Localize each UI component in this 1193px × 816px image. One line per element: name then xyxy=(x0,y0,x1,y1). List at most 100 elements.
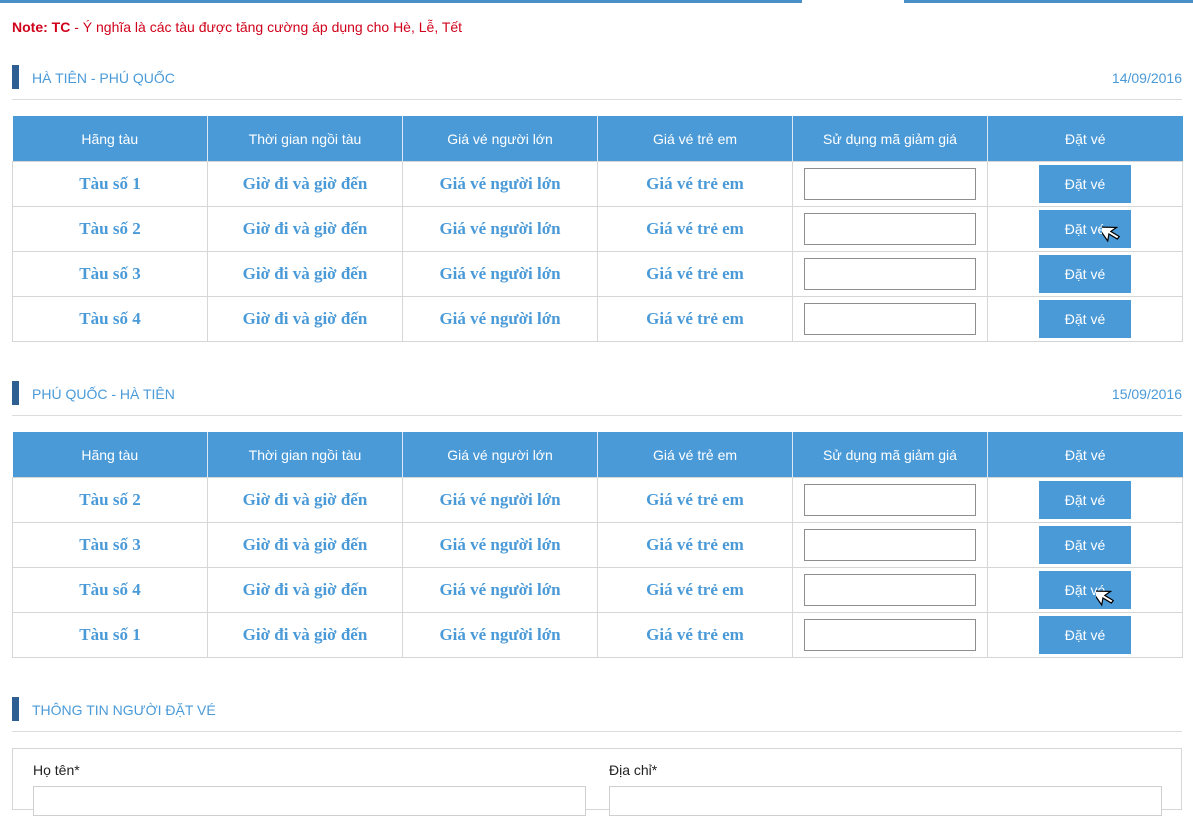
child-price-cell: Giá vé trẻ em xyxy=(597,161,793,207)
book-cell: Đặt vé xyxy=(987,161,1183,207)
discount-code-input[interactable] xyxy=(804,213,976,245)
adult-price-cell: Giá vé người lớn xyxy=(402,296,598,342)
book-cell: Đặt vé xyxy=(987,251,1183,297)
book-button[interactable]: Đặt vé xyxy=(1039,255,1131,293)
ship-cell: Tàu số 4 xyxy=(12,296,208,342)
time-cell: Giờ đi và giờ đến xyxy=(207,296,403,342)
adult-price-cell: Giá vé người lớn xyxy=(402,161,598,207)
section-marker xyxy=(12,381,19,405)
discount-cell xyxy=(792,161,988,207)
col-header-ship: Hãng tàu xyxy=(12,432,208,478)
col-header-adult: Giá vé người lớn xyxy=(402,432,598,478)
route-title: HÀ TIÊN - PHÚ QUỐC xyxy=(32,70,175,86)
route-header-2: PHÚ QUỐC - HÀ TIÊN 15/09/2016 xyxy=(12,381,1182,416)
time-cell: Giờ đi và giờ đến xyxy=(207,206,403,252)
col-header-discount: Sử dụng mã giảm giá xyxy=(792,116,988,162)
child-price-cell: Giá vé trẻ em xyxy=(597,522,793,568)
trips-table-2: Hãng tàu Thời gian ngồi tàu Giá vé người… xyxy=(12,432,1183,658)
adult-price-cell: Giá vé người lớn xyxy=(402,477,598,523)
book-cell: Đặt vé xyxy=(987,522,1183,568)
route-date: 15/09/2016 xyxy=(1111,386,1182,402)
table-row: Tàu số 2 Giờ đi và giờ đến Giá vé người … xyxy=(12,477,1183,523)
child-price-cell: Giá vé trẻ em xyxy=(597,296,793,342)
table-row: Tàu số 1 Giờ đi và giờ đến Giá vé người … xyxy=(12,612,1183,658)
note-body: - Ý nghĩa là các tàu được tăng cường áp … xyxy=(70,19,463,35)
table-row: Tàu số 4 Giờ đi và giờ đến Giá vé người … xyxy=(12,296,1183,342)
col-header-child: Giá vé trẻ em xyxy=(597,432,793,478)
trips-table-1: Hãng tàu Thời gian ngồi tàu Giá vé người… xyxy=(12,116,1183,342)
discount-code-input[interactable] xyxy=(804,574,976,606)
booker-form: Họ tên* Địa chỉ* xyxy=(12,748,1182,816)
time-cell: Giờ đi và giờ đến xyxy=(207,612,403,658)
book-button[interactable]: Đặt vé xyxy=(1039,526,1131,564)
discount-code-input[interactable] xyxy=(804,303,976,335)
ship-cell: Tàu số 1 xyxy=(12,612,208,658)
adult-price-cell: Giá vé người lớn xyxy=(402,206,598,252)
adult-price-cell: Giá vé người lớn xyxy=(402,251,598,297)
table-header: Hãng tàu Thời gian ngồi tàu Giá vé người… xyxy=(12,432,1183,478)
book-cell: Đặt vé xyxy=(987,477,1183,523)
table-header: Hãng tàu Thời gian ngồi tàu Giá vé người… xyxy=(12,116,1183,162)
route-date: 14/09/2016 xyxy=(1111,70,1182,86)
adult-price-cell: Giá vé người lớn xyxy=(402,567,598,613)
col-header-book: Đặt vé xyxy=(987,432,1183,478)
section-marker xyxy=(12,65,19,89)
time-cell: Giờ đi và giờ đến xyxy=(207,477,403,523)
time-cell: Giờ đi và giờ đến xyxy=(207,161,403,207)
adult-price-cell: Giá vé người lớn xyxy=(402,612,598,658)
booker-header: THÔNG TIN NGƯỜI ĐẶT VÉ xyxy=(12,697,1182,732)
time-cell: Giờ đi và giờ đến xyxy=(207,522,403,568)
book-cell: Đặt vé xyxy=(987,567,1183,613)
mouse-cursor-icon xyxy=(1096,590,1115,607)
name-label: Họ tên* xyxy=(33,762,80,778)
book-button[interactable]: Đặt vé xyxy=(1039,481,1131,519)
child-price-cell: Giá vé trẻ em xyxy=(597,477,793,523)
time-cell: Giờ đi và giờ đến xyxy=(207,567,403,613)
ship-cell: Tàu số 3 xyxy=(12,522,208,568)
discount-code-input[interactable] xyxy=(804,258,976,290)
discount-code-input[interactable] xyxy=(804,484,976,516)
discount-code-input[interactable] xyxy=(804,168,976,200)
table-row: Tàu số 3 Giờ đi và giờ đến Giá vé người … xyxy=(12,522,1183,568)
table-row: Tàu số 4 Giờ đi và giờ đến Giá vé người … xyxy=(12,567,1183,613)
book-cell: Đặt vé xyxy=(987,206,1183,252)
route-title: PHÚ QUỐC - HÀ TIÊN xyxy=(32,386,175,402)
book-cell: Đặt vé xyxy=(987,296,1183,342)
discount-cell xyxy=(792,522,988,568)
col-header-adult: Giá vé người lớn xyxy=(402,116,598,162)
top-accent-bar-right xyxy=(904,0,1193,3)
col-header-ship: Hãng tàu xyxy=(12,116,208,162)
book-cell: Đặt vé xyxy=(987,612,1183,658)
child-price-cell: Giá vé trẻ em xyxy=(597,567,793,613)
ship-cell: Tàu số 2 xyxy=(12,206,208,252)
table-row: Tàu số 3 Giờ đi và giờ đến Giá vé người … xyxy=(12,251,1183,297)
book-button[interactable]: Đặt vé xyxy=(1039,300,1131,338)
child-price-cell: Giá vé trẻ em xyxy=(597,251,793,297)
top-accent-bar xyxy=(0,0,802,3)
name-input[interactable] xyxy=(33,786,586,816)
table-row: Tàu số 1 Giờ đi và giờ đến Giá vé người … xyxy=(12,161,1183,207)
discount-code-input[interactable] xyxy=(804,619,976,651)
col-header-time: Thời gian ngồi tàu xyxy=(207,432,403,478)
booker-title: THÔNG TIN NGƯỜI ĐẶT VÉ xyxy=(32,702,216,718)
child-price-cell: Giá vé trẻ em xyxy=(597,206,793,252)
discount-code-input[interactable] xyxy=(804,529,976,561)
col-header-time: Thời gian ngồi tàu xyxy=(207,116,403,162)
col-header-discount: Sử dụng mã giảm giá xyxy=(792,432,988,478)
address-input[interactable] xyxy=(609,786,1162,816)
ship-cell: Tàu số 4 xyxy=(12,567,208,613)
time-cell: Giờ đi và giờ đến xyxy=(207,251,403,297)
col-header-child: Giá vé trẻ em xyxy=(597,116,793,162)
book-button[interactable]: Đặt vé xyxy=(1039,616,1131,654)
ship-cell: Tàu số 2 xyxy=(12,477,208,523)
discount-cell xyxy=(792,477,988,523)
col-header-book: Đặt vé xyxy=(987,116,1183,162)
discount-cell xyxy=(792,612,988,658)
ship-cell: Tàu số 1 xyxy=(12,161,208,207)
book-button[interactable]: Đặt vé xyxy=(1039,165,1131,203)
address-label: Địa chỉ* xyxy=(609,762,658,778)
discount-cell xyxy=(792,206,988,252)
note-text: Note: TC - Ý nghĩa là các tàu được tăng … xyxy=(12,19,462,35)
section-marker xyxy=(12,697,19,721)
mouse-cursor-icon xyxy=(1102,226,1121,243)
